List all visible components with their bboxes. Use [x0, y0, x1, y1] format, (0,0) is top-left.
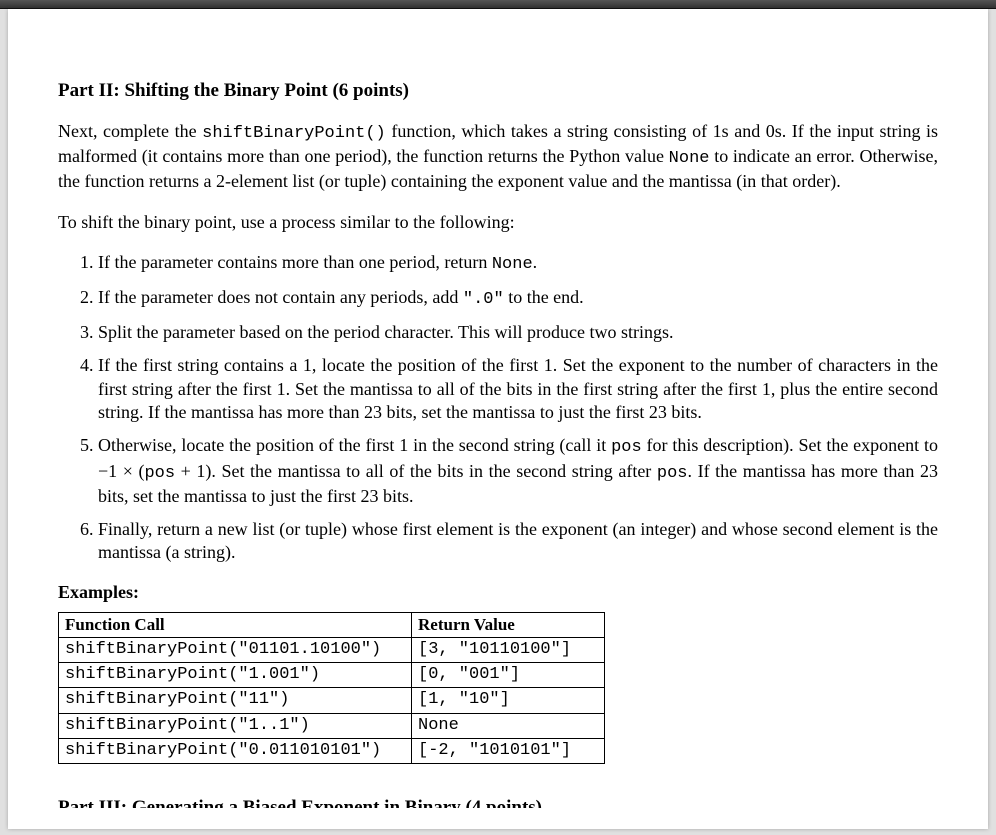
- code-none: None: [669, 149, 710, 168]
- step-5-b: for this description). Set the exponent …: [647, 435, 938, 455]
- intro-paragraph: Next, complete the shiftBinaryPoint() fu…: [58, 120, 938, 194]
- table-cell-call: shiftBinaryPoint("1.001"): [59, 663, 412, 688]
- step-6: Finally, return a new list (or tuple) wh…: [98, 518, 938, 565]
- examples-label: Examples:: [58, 581, 938, 604]
- process-lead: To shift the binary point, use a process…: [58, 211, 938, 234]
- table-cell-call: shiftBinaryPoint("0.011010101"): [59, 738, 412, 763]
- steps-list: If the parameter contains more than one …: [58, 251, 938, 565]
- table-cell-return: None: [412, 713, 605, 738]
- step-5-code-3: pos: [657, 464, 688, 483]
- step-1: If the parameter contains more than one …: [98, 251, 938, 276]
- step-3-a: Split the parameter based on the period …: [98, 322, 674, 342]
- step-2-code: ".0": [463, 290, 504, 309]
- step-1-b: .: [533, 252, 538, 272]
- step-2-a: If the parameter does not contain any pe…: [98, 287, 463, 307]
- intro-text-1: Next, complete the: [58, 121, 202, 141]
- step-5: Otherwise, locate the position of the fi…: [98, 434, 938, 508]
- table-cell-return: [0, "001"]: [412, 663, 605, 688]
- table-cell-return: [1, "10"]: [412, 688, 605, 713]
- table-header-row: Function Call Return Value: [59, 613, 605, 638]
- table-row: shiftBinaryPoint("01101.10100") [3, "101…: [59, 638, 605, 663]
- table-row: shiftBinaryPoint("1..1") None: [59, 713, 605, 738]
- table-cell-call: shiftBinaryPoint("11"): [59, 688, 412, 713]
- table-row: shiftBinaryPoint("11") [1, "10"]: [59, 688, 605, 713]
- section-title: Part II: Shifting the Binary Point (6 po…: [58, 79, 938, 104]
- table-row: shiftBinaryPoint("1.001") [0, "001"]: [59, 663, 605, 688]
- step-1-code: None: [492, 255, 533, 274]
- code-fn-name: shiftBinaryPoint(): [202, 124, 386, 143]
- table-cell-return: [3, "10110100"]: [412, 638, 605, 663]
- document-page: Part II: Shifting the Binary Point (6 po…: [8, 9, 988, 829]
- table-row: shiftBinaryPoint("0.011010101") [-2, "10…: [59, 738, 605, 763]
- step-4: If the first string contains a 1, locate…: [98, 354, 938, 424]
- step-5-code-1: pos: [611, 438, 642, 457]
- step-5-c: . Set the mantissa to all of the bits in…: [211, 461, 657, 481]
- table-cell-call: shiftBinaryPoint("01101.10100"): [59, 638, 412, 663]
- step-4-a: If the first string contains a 1, locate…: [98, 355, 938, 422]
- step-5-math: −1 × (: [98, 461, 144, 481]
- step-5-code-2: pos: [144, 464, 175, 483]
- examples-table: Function Call Return Value shiftBinaryPo…: [58, 612, 605, 764]
- table-cell-call: shiftBinaryPoint("1..1"): [59, 713, 412, 738]
- table-header-return: Return Value: [412, 613, 605, 638]
- step-1-a: If the parameter contains more than one …: [98, 252, 492, 272]
- next-section-cutoff: Part III: Generating a Biased Exponent i…: [58, 794, 938, 808]
- step-5-math-2: + 1): [175, 461, 211, 481]
- table-cell-return: [-2, "1010101"]: [412, 738, 605, 763]
- step-2-b: to the end.: [508, 287, 583, 307]
- step-2: If the parameter does not contain any pe…: [98, 286, 938, 311]
- step-3: Split the parameter based on the period …: [98, 321, 938, 344]
- step-6-a: Finally, return a new list (or tuple) wh…: [98, 519, 938, 562]
- table-header-call: Function Call: [59, 613, 412, 638]
- step-5-a: Otherwise, locate the position of the fi…: [98, 435, 611, 455]
- window-chrome-stub: [0, 0, 996, 9]
